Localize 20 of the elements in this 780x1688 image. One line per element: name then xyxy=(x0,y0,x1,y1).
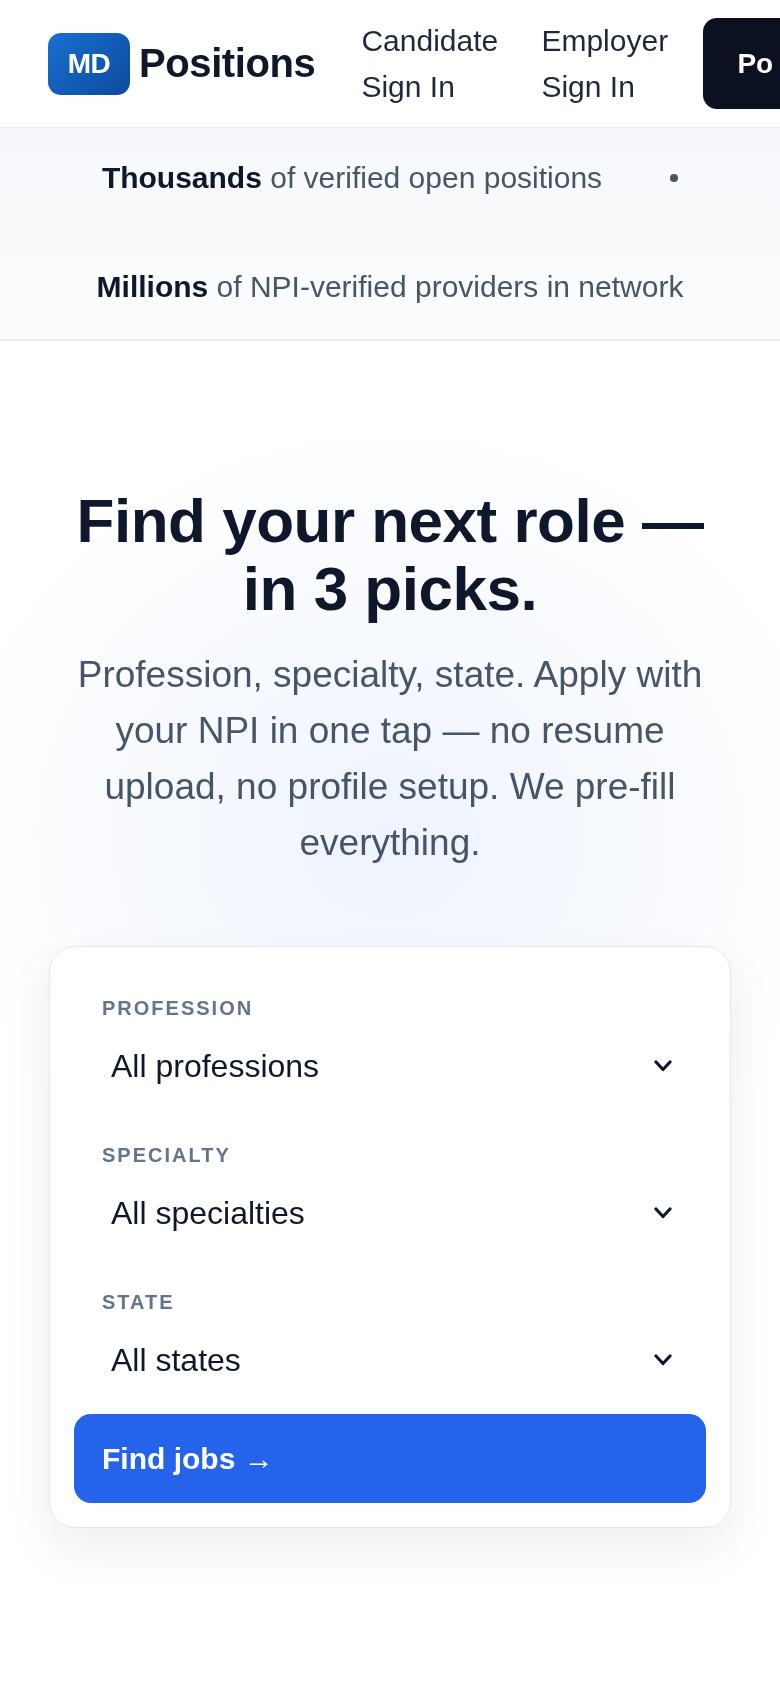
chevron-down-icon xyxy=(654,1060,672,1072)
dropdown-field[interactable]: All specialties xyxy=(102,1183,678,1243)
logo-wordmark[interactable]: Positions xyxy=(139,41,316,86)
chevron-down-icon xyxy=(654,1207,672,1219)
separator-dot-icon xyxy=(670,174,679,182)
header-action-button[interactable]: Po xyxy=(703,18,780,109)
hero-title: Find your next role — in 3 picks. xyxy=(75,487,705,623)
field-label: SPECIALTY xyxy=(102,1143,232,1167)
dropdown-field[interactable]: All states xyxy=(102,1330,678,1390)
field-label: STATE xyxy=(102,1290,176,1314)
chevron-down-icon xyxy=(654,1354,672,1366)
logo-badge[interactable]: MD xyxy=(48,32,130,95)
nav-link[interactable]: Candidate Sign In xyxy=(361,17,512,110)
nav-link[interactable]: Employer Sign In xyxy=(541,17,692,110)
field-label: PROFESSION xyxy=(102,996,255,1020)
hero-subtitle: Profession, specialty, state. Apply with your NPI in one tap — no resume upload, no profile setup. We pre-fill everything. xyxy=(76,653,704,865)
stat-text: Millions of NPI-verified providers in network xyxy=(96,269,684,305)
dropdown-field[interactable]: All professions xyxy=(102,1036,678,1096)
find-jobs-button[interactable]: Find jobs → xyxy=(74,1414,706,1503)
stat-text: Thousands of verified open positions xyxy=(101,160,603,196)
